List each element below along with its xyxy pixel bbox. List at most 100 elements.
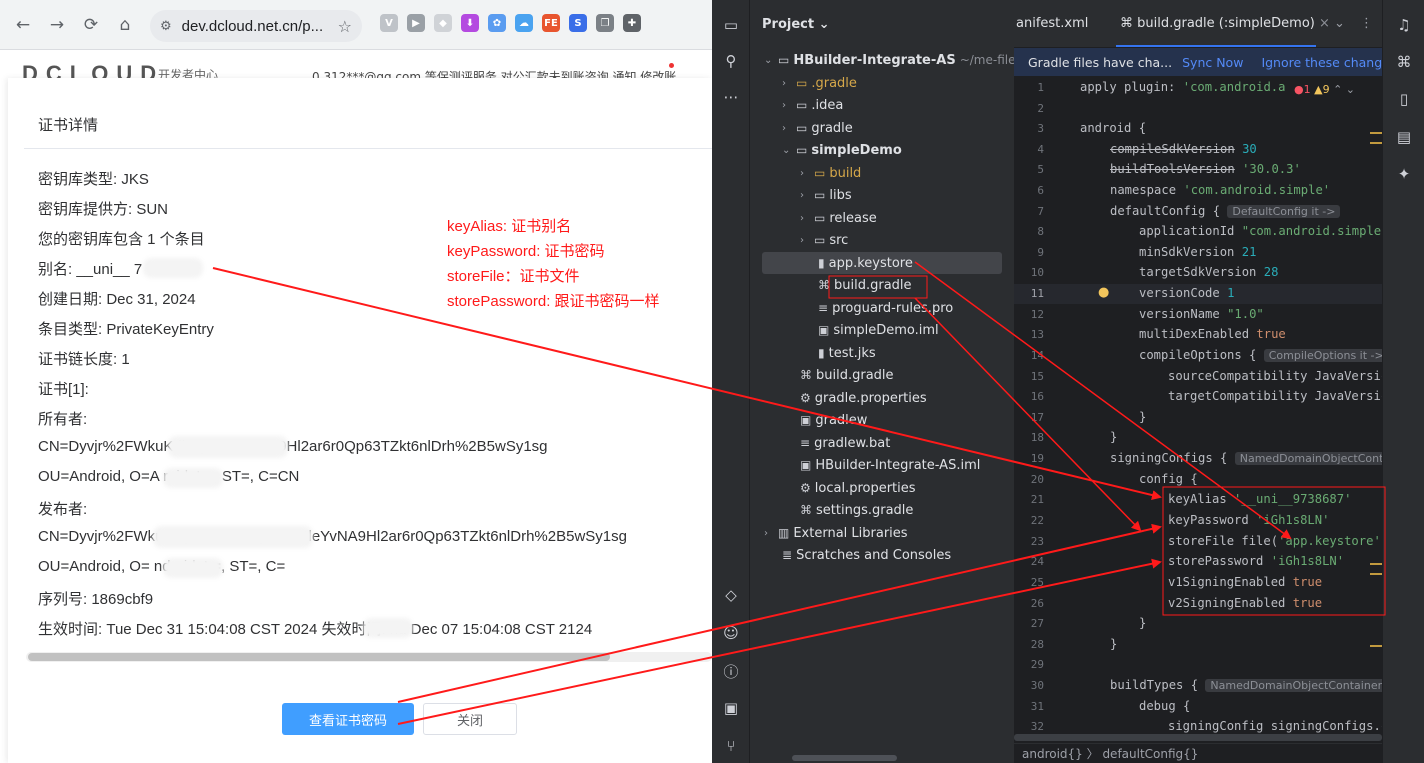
code-line[interactable]: android {: [1080, 121, 1146, 135]
tree-item-simpledemo-iml[interactable]: ▣ simpleDemo.iml: [818, 319, 939, 341]
code-line[interactable]: }: [1139, 616, 1146, 630]
code-line[interactable]: applicationId "com.android.simple: [1139, 224, 1381, 238]
gradle-elephant-icon[interactable]: ⌘: [1395, 53, 1413, 71]
code-line[interactable]: config {: [1139, 472, 1198, 486]
tree-item-project-iml[interactable]: ▣ HBuilder-Integrate-AS.iml: [800, 454, 980, 476]
tree-item-gradlew[interactable]: ▣ gradlew: [800, 409, 867, 431]
forward-arrow-icon[interactable]: →: [40, 8, 74, 42]
tree-item-module-build-gradle[interactable]: ⌘ build.gradle: [818, 274, 912, 296]
close-button[interactable]: 关闭: [423, 703, 517, 735]
project-panel-title[interactable]: Project ⌄: [762, 17, 829, 32]
back-arrow-icon[interactable]: ←: [6, 8, 40, 42]
code-line[interactable]: }: [1110, 637, 1117, 651]
terminal-icon[interactable]: ▣: [722, 699, 740, 717]
code-line[interactable]: multiDexEnabled true: [1139, 327, 1286, 341]
sync-now-link[interactable]: Sync Now: [1182, 55, 1243, 70]
tree-item-test-jks[interactable]: ▮ test.jks: [818, 342, 876, 364]
warning-marker[interactable]: [1370, 573, 1382, 575]
code-line[interactable]: storeFile file('app.keystore'): [1168, 534, 1388, 548]
device-manager-icon[interactable]: ▯: [1395, 90, 1413, 108]
scrollbar-thumb[interactable]: [1014, 734, 1382, 741]
warning-marker[interactable]: [1370, 132, 1382, 134]
more-options-icon[interactable]: ⋮: [1360, 16, 1373, 31]
tab-manifest[interactable]: anifest.xml: [1016, 16, 1088, 31]
tree-item-gradle-properties[interactable]: ⚙ gradle.properties: [800, 387, 927, 409]
cat-icon[interactable]: ☺: [722, 624, 740, 642]
code-line[interactable]: compileSdkVersion 30: [1110, 142, 1257, 156]
tree-horizontal-scrollbar[interactable]: [792, 755, 897, 761]
dialog-horizontal-scrollbar[interactable]: [26, 652, 712, 662]
puzzle-extension-icon[interactable]: ✿: [488, 14, 506, 32]
tree-item-src[interactable]: › ▭ src: [800, 229, 848, 251]
tree-item-scratches[interactable]: ≣ Scratches and Consoles: [782, 544, 951, 566]
notifications-bell-icon[interactable]: ♫: [1395, 16, 1413, 34]
code-line[interactable]: sourceCompatibility JavaVersic: [1168, 369, 1388, 383]
editor-breadcrumb[interactable]: android{} 〉 defaultConfig{}: [1014, 743, 1382, 763]
code-line[interactable]: buildTypes { NamedDomainObjectContainer<: [1110, 678, 1397, 692]
code-line[interactable]: v1SigningEnabled true: [1168, 575, 1322, 589]
code-line[interactable]: debug {: [1139, 699, 1190, 713]
git-icon[interactable]: ⑂: [722, 737, 740, 755]
code-line[interactable]: versionCode 1: [1139, 286, 1234, 300]
code-line[interactable]: apply plugin: 'com.android.a: [1080, 80, 1285, 94]
inspection-widget[interactable]: ●1 ▲9 ⌃ ⌄: [1294, 83, 1355, 96]
tree-item-local-properties[interactable]: ⚙ local.properties: [800, 477, 916, 499]
code-line[interactable]: versionName "1.0": [1139, 307, 1264, 321]
address-bar[interactable]: ⚙ dev.dcloud.net.cn/p... ☆: [150, 10, 362, 42]
site-settings-icon[interactable]: ⚙: [160, 19, 172, 34]
code-line[interactable]: signingConfig signingConfigs.c: [1168, 719, 1388, 733]
gem-icon[interactable]: ◇: [722, 586, 740, 604]
s-extension-icon[interactable]: S: [569, 14, 587, 32]
tree-item-build[interactable]: › ▭ build: [800, 162, 861, 184]
code-line[interactable]: signingConfigs { NamedDomainObjectConta: [1110, 451, 1396, 465]
home-icon[interactable]: ⌂: [108, 8, 142, 42]
folder-icon[interactable]: ▭: [722, 16, 740, 34]
code-line[interactable]: keyAlias '__uni__9738687': [1168, 492, 1351, 506]
warning-marker[interactable]: [1370, 645, 1382, 647]
cloud-extension-icon[interactable]: ☁: [515, 14, 533, 32]
tree-item-app-keystore[interactable]: ▮ app.keystore: [818, 252, 913, 274]
tree-item-external-libraries[interactable]: › ▥ External Libraries: [764, 522, 908, 544]
tree-item-simpledemo[interactable]: ⌄ ▭ simpleDemo: [782, 139, 902, 161]
puzzle-piece-icon[interactable]: ✚: [623, 14, 641, 32]
scrollbar-thumb[interactable]: [28, 653, 610, 661]
vue-extension-icon[interactable]: V: [380, 14, 398, 32]
ignore-changes-link[interactable]: Ignore these changes: [1261, 55, 1396, 70]
code-line[interactable]: compileOptions { CompileOptions it ->: [1139, 348, 1389, 362]
tree-item-idea[interactable]: › ▭ .idea: [782, 94, 843, 116]
tree-item-gradlew-bat[interactable]: ≡ gradlew.bat: [800, 432, 890, 454]
code-line[interactable]: storePassword 'iGh1s8LN': [1168, 554, 1344, 568]
structure-icon[interactable]: ⚲: [722, 52, 740, 70]
tree-item-libs[interactable]: › ▭ libs: [800, 184, 852, 206]
tree-item-root-build-gradle[interactable]: ⌘ build.gradle: [800, 364, 894, 386]
fe-extension-icon[interactable]: FE: [542, 14, 560, 32]
tab-build-gradle[interactable]: ⌘ build.gradle (:simpleDemo) ×: [1120, 16, 1330, 31]
tree-item-gradle-dir[interactable]: › ▭ .gradle: [782, 72, 857, 94]
tree-item-settings-gradle[interactable]: ⌘ settings.gradle: [800, 499, 913, 521]
tabs-overflow-chevron-icon[interactable]: ⌄: [1334, 16, 1345, 31]
code-line[interactable]: minSdkVersion 21: [1139, 245, 1256, 259]
tree-item-root[interactable]: ⌄ ▭ HBuilder-Integrate-AS ~/me-file/fro: [764, 49, 1036, 71]
editor-horizontal-scrollbar[interactable]: [1014, 734, 1382, 741]
problems-icon[interactable]: ⓘ: [722, 662, 740, 681]
lightbulb-icon[interactable]: ●: [1098, 285, 1110, 300]
clipboard-icon[interactable]: ▤: [1395, 128, 1413, 146]
code-line[interactable]: v2SigningEnabled true: [1168, 596, 1322, 610]
view-cert-password-button[interactable]: 查看证书密码: [282, 703, 414, 735]
code-line[interactable]: }: [1110, 430, 1117, 444]
reload-icon[interactable]: ⟳: [74, 8, 108, 42]
code-line[interactable]: targetCompatibility JavaVersic: [1168, 389, 1388, 403]
tree-item-gradle[interactable]: › ▭ gradle: [782, 117, 853, 139]
code-line[interactable]: keyPassword 'iGh1s8LN': [1168, 513, 1329, 527]
download-extension-icon[interactable]: ⬇: [461, 14, 479, 32]
ai-sparkle-icon[interactable]: ✦: [1395, 165, 1413, 183]
copy-extension-icon[interactable]: ❐: [596, 14, 614, 32]
warning-marker[interactable]: [1370, 142, 1382, 144]
more-icon[interactable]: ⋯: [722, 88, 740, 106]
code-line[interactable]: targetSdkVersion 28: [1139, 265, 1278, 279]
shield-extension-icon[interactable]: ◆: [434, 14, 452, 32]
bookmark-star-icon[interactable]: ☆: [338, 17, 352, 36]
code-line[interactable]: namespace 'com.android.simple': [1110, 183, 1330, 197]
code-line[interactable]: }: [1139, 410, 1146, 424]
tree-item-release[interactable]: › ▭ release: [800, 207, 877, 229]
